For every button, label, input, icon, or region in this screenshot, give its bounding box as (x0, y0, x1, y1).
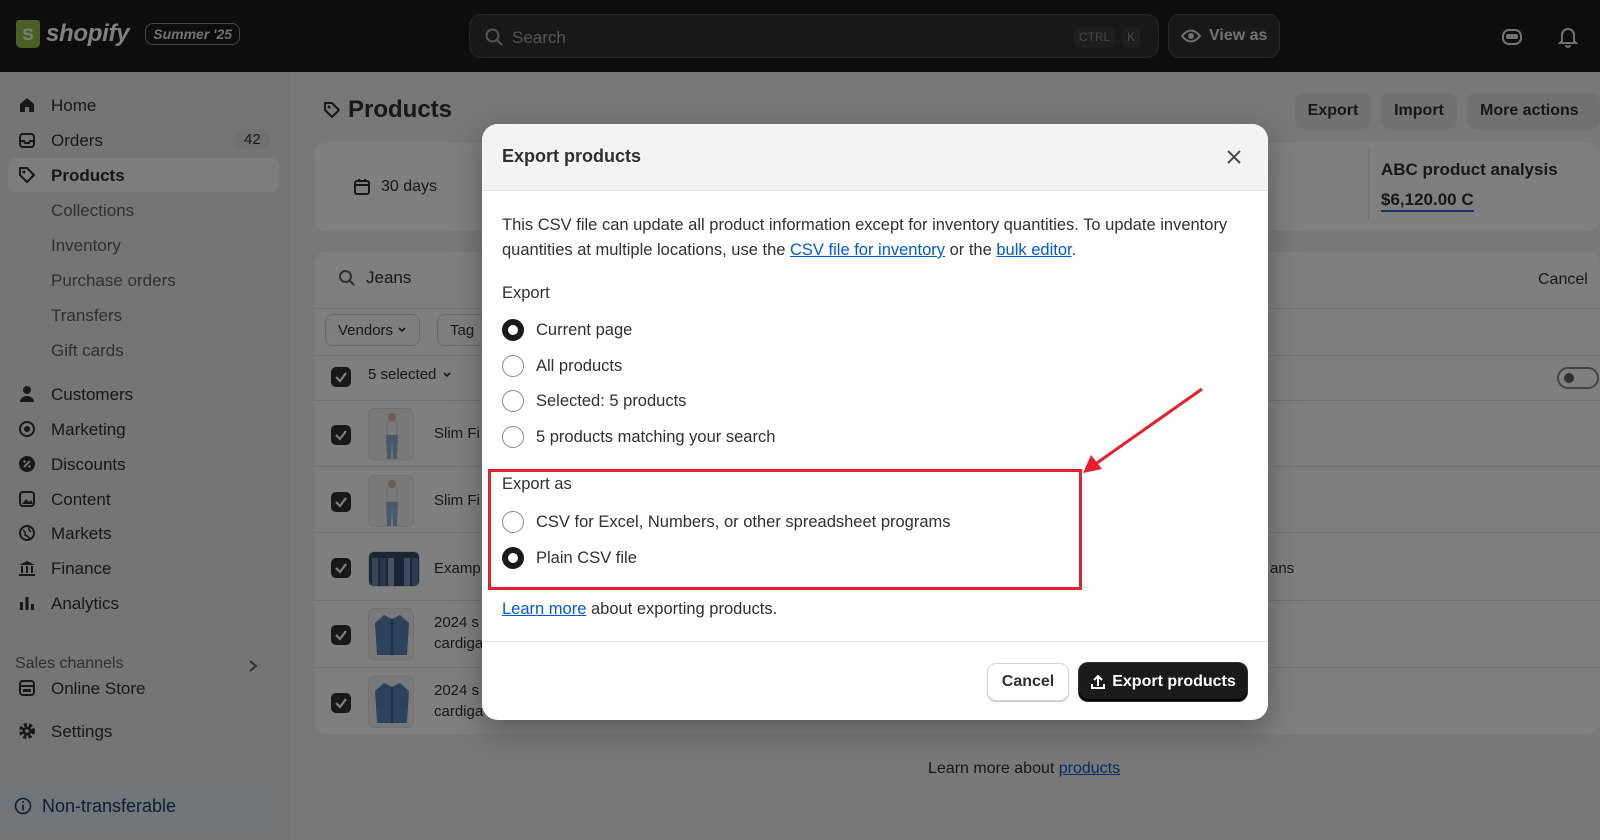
export-label: Export (502, 284, 550, 302)
learn-more-rest: about exporting products. (586, 600, 778, 618)
radio-indicator[interactable] (502, 355, 524, 377)
radio-label: Current page (536, 320, 633, 339)
radio-label: 5 products matching your search (536, 427, 776, 446)
desc-text: . (1071, 241, 1077, 259)
desc-text: or the (945, 241, 997, 259)
export-products-label: Export products (1112, 673, 1236, 690)
annotation-arrow-icon (1083, 387, 1203, 473)
radio-label: Selected: 5 products (536, 391, 687, 410)
export-products-button[interactable]: Export products (1079, 663, 1247, 701)
radio-current-page[interactable]: Current page (502, 318, 632, 342)
csv-inventory-link[interactable]: CSV file for inventory (790, 241, 945, 259)
bulk-editor-link[interactable]: bulk editor (996, 241, 1071, 259)
modal-footer-divider (482, 641, 1268, 642)
upload-icon (1091, 674, 1106, 689)
close-icon[interactable] (1226, 149, 1242, 165)
modal-header: Export products (482, 124, 1268, 191)
cancel-button[interactable]: Cancel (987, 663, 1069, 701)
radio-label: All products (536, 356, 623, 375)
radio-selected-products[interactable]: Selected: 5 products (502, 389, 686, 413)
modal-title: Export products (502, 146, 642, 166)
modal-description: This CSV file can update all product inf… (502, 213, 1242, 263)
learn-more-text: Learn more about exporting products. (502, 600, 777, 619)
export-as-highlight-box (488, 469, 1082, 590)
radio-indicator-selected[interactable] (502, 319, 524, 341)
radio-all-products[interactable]: All products (502, 354, 622, 378)
radio-matching-search[interactable]: 5 products matching your search (502, 425, 775, 449)
radio-indicator[interactable] (502, 390, 524, 412)
radio-indicator[interactable] (502, 426, 524, 448)
learn-more-link[interactable]: Learn more (502, 600, 586, 618)
